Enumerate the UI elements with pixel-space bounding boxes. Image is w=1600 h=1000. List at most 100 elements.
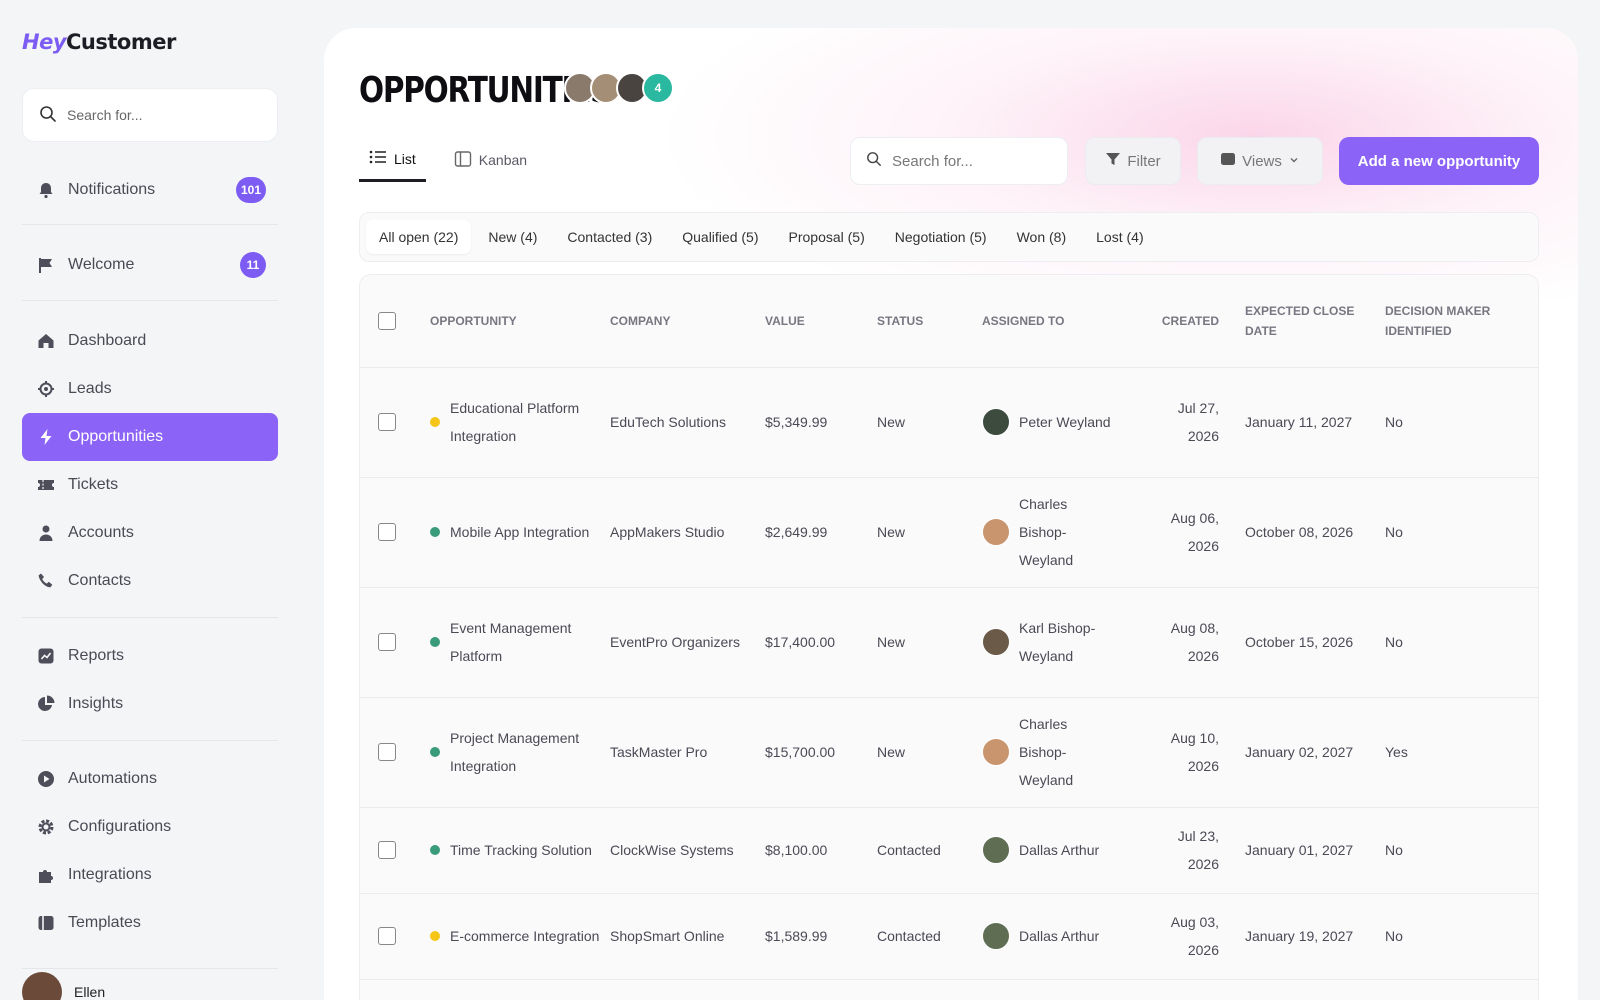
created-cell: Jul 23, 2026 (1127, 807, 1245, 894)
notification-count-badge: 101 (235, 177, 266, 203)
filter-button[interactable]: Filter (1085, 137, 1181, 185)
sidebar-item-label: Notifications (68, 181, 156, 198)
status-tab-won[interactable]: Won (8) (1004, 220, 1080, 254)
views-label: Views (1242, 152, 1282, 170)
status-dot-icon (430, 637, 440, 647)
column-header-expected-close-date[interactable]: Expected close date (1245, 275, 1385, 368)
value-cell: $1,589.99 (765, 893, 877, 980)
sidebar-item-configurations[interactable]: Configurations (22, 803, 278, 851)
status-tab-qualified[interactable]: Qualified (5) (669, 220, 771, 254)
column-header-created[interactable]: Created (1127, 275, 1245, 368)
home-icon (36, 331, 56, 351)
opportunity-name[interactable]: Project Management Integration (450, 724, 600, 780)
sidebar-item-label: Accounts (68, 524, 134, 541)
flag-icon (36, 255, 56, 275)
column-header-company[interactable]: Company (610, 275, 765, 368)
column-header-assigned-to[interactable]: Assigned to (982, 275, 1127, 368)
add-opportunity-button[interactable]: Add a new opportunity (1339, 137, 1539, 185)
opportunity-name[interactable]: Educational Platform Integration (450, 394, 600, 450)
sidebar-search-input[interactable]: Search for... (22, 88, 278, 142)
status-tab-negotiation[interactable]: Negotiation (5) (882, 220, 1000, 254)
created-cell: Aug 03, 2026 (1127, 893, 1245, 980)
row-checkbox[interactable] (378, 927, 396, 945)
decision-maker-cell: No (1385, 477, 1538, 588)
opportunity-name[interactable]: E-commerce Integration (450, 922, 599, 950)
column-header-value[interactable]: Value (765, 275, 877, 368)
sidebar-item-label: Integrations (68, 866, 152, 883)
status-dot-icon (430, 931, 440, 941)
sidebar-item-leads[interactable]: Leads (22, 365, 278, 413)
tab-label: List (394, 150, 416, 167)
sidebar-item-accounts[interactable]: Accounts (22, 509, 278, 557)
tab-kanban[interactable]: Kanban (444, 146, 537, 182)
puzzle-icon (36, 865, 56, 885)
views-dropdown[interactable]: Views (1197, 137, 1323, 185)
sidebar: HeyCustomer Search for... Notifications … (0, 0, 300, 1000)
sidebar-item-contacts[interactable]: Contacts (22, 557, 278, 605)
sidebar-item-tickets[interactable]: Tickets (22, 461, 278, 509)
company-cell: ClockWise Systems (610, 807, 765, 894)
brand-logo[interactable]: HeyCustomer (22, 30, 176, 54)
status-tab-lost[interactable]: Lost (4) (1083, 220, 1156, 254)
row-checkbox[interactable] (378, 633, 396, 651)
opportunity-search-input[interactable]: Search for... (850, 137, 1068, 185)
value-cell: $5,349.99 (765, 367, 877, 478)
status-tab-proposal[interactable]: Proposal (5) (776, 220, 878, 254)
status-tab-all-open[interactable]: All open (22) (366, 220, 472, 254)
sidebar-item-automations[interactable]: Automations (22, 755, 278, 803)
sidebar-item-label: Tickets (68, 476, 119, 493)
decision-maker-cell: Yes (1385, 697, 1538, 808)
sidebar-divider (22, 740, 278, 741)
row-checkbox[interactable] (378, 413, 396, 431)
search-placeholder: Search for... (892, 152, 973, 170)
ticket-icon (36, 475, 56, 495)
company-cell: TaskMaster Pro (610, 697, 765, 808)
table-row[interactable]: Mobile App Integration AppMakers Studio … (360, 477, 1538, 588)
column-header-status[interactable]: Status (877, 275, 982, 368)
status-dot-icon (430, 527, 440, 537)
tab-list[interactable]: List (359, 146, 426, 182)
status-tab-contacted[interactable]: Contacted (3) (554, 220, 665, 254)
column-header-opportunity[interactable]: Opportunity (430, 275, 610, 368)
sidebar-item-integrations[interactable]: Integrations (22, 851, 278, 899)
avatar (982, 518, 1010, 546)
user-profile[interactable]: Ellen (22, 972, 105, 1000)
sidebar-item-notifications[interactable]: Notifications 101 (22, 166, 278, 214)
sidebar-item-opportunities[interactable]: Opportunities (22, 413, 278, 461)
row-checkbox[interactable] (378, 841, 396, 859)
status-tab-new[interactable]: New (4) (475, 220, 550, 254)
table-row[interactable]: Project Management Integration TaskMaste… (360, 697, 1538, 808)
sidebar-item-label: Automations (68, 770, 157, 787)
team-avatars[interactable]: 4 (564, 72, 674, 104)
select-all-checkbox[interactable] (378, 311, 396, 330)
chart-icon (36, 646, 56, 666)
row-checkbox[interactable] (378, 523, 396, 541)
sidebar-item-label: Contacts (68, 572, 132, 589)
opportunity-name[interactable]: Event Management Platform (450, 614, 600, 670)
assignee-name: Peter Weyland (1019, 414, 1111, 430)
avatar (982, 408, 1010, 436)
views-icon (1220, 151, 1236, 171)
table-row[interactable]: Educational Platform Integration EduTech… (360, 367, 1538, 478)
column-header-decision-maker[interactable]: Decision maker identified (1385, 275, 1538, 368)
assignee-name: Charles Bishop-Weyland (1019, 716, 1074, 788)
opportunity-name[interactable]: Time Tracking Solution (450, 836, 592, 864)
sidebar-item-reports[interactable]: Reports (22, 632, 278, 680)
user-icon (36, 523, 56, 543)
bell-icon (36, 180, 56, 200)
table-row[interactable]: Event Management Platform EventPro Organ… (360, 587, 1538, 698)
bolt-icon (36, 427, 56, 447)
sidebar-item-insights[interactable]: Insights (22, 680, 278, 728)
avatar (982, 628, 1010, 656)
avatar-count: 4 (642, 72, 674, 104)
assignee-name: Karl Bishop-Weyland (1019, 620, 1096, 664)
table-row[interactable]: Time Tracking Solution ClockWise Systems… (360, 807, 1538, 894)
opportunity-name[interactable]: Mobile App Integration (450, 518, 589, 546)
sidebar-item-dashboard[interactable]: Dashboard (22, 317, 278, 365)
row-checkbox[interactable] (378, 743, 396, 761)
status-dot-icon (430, 417, 440, 427)
sidebar-item-welcome[interactable]: Welcome 11 (22, 241, 278, 289)
sidebar-item-templates[interactable]: Templates (22, 899, 278, 947)
table-row[interactable]: E-commerce Integration ShopSmart Online … (360, 893, 1538, 980)
close-date-cell: January 11, 2027 (1245, 367, 1385, 478)
